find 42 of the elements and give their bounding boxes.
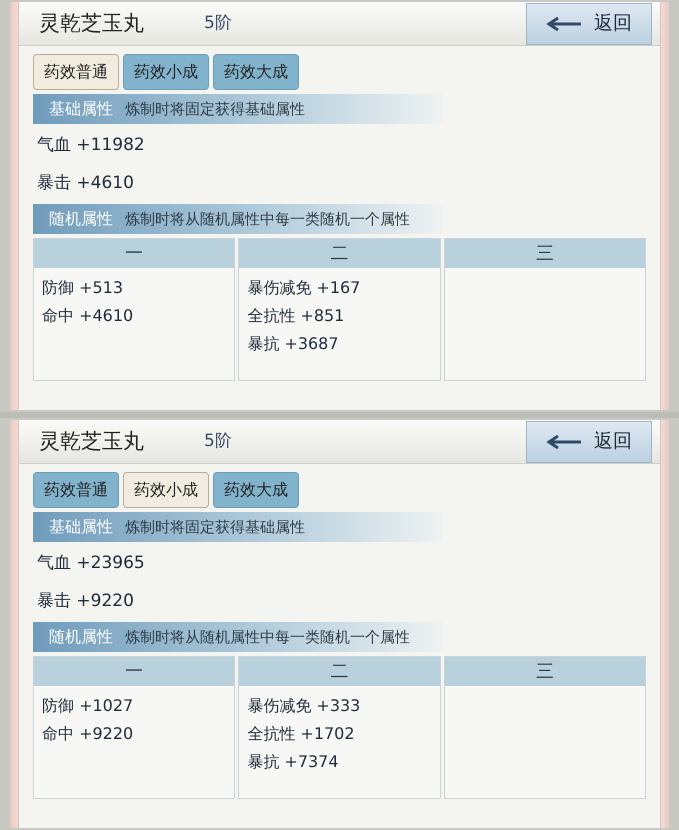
section-label: 随机属性 <box>49 626 113 648</box>
tab[interactable]: 药效普通 <box>33 472 119 508</box>
section-label: 基础属性 <box>49 98 113 120</box>
column-header: 二 <box>239 239 440 268</box>
tab[interactable]: 药效小成 <box>123 472 209 508</box>
random-stat: 暴伤减免 +333 <box>247 695 362 717</box>
base-stat: 气血 +11982 <box>37 134 146 156</box>
random-stat: 防御 +513 <box>42 277 124 299</box>
random-stat: 暴伤减免 +167 <box>247 277 362 299</box>
section-description: 炼制时将从随机属性中每一类随机一个属性 <box>125 208 410 230</box>
back-arrow-icon <box>546 434 582 450</box>
column-header: 二 <box>239 657 440 686</box>
base-stat: 暴击 +9220 <box>37 590 135 612</box>
back-button[interactable]: 返回 <box>526 2 652 44</box>
tier-label: 5阶 <box>204 430 232 453</box>
section-description: 炼制时将固定获得基础属性 <box>125 98 305 120</box>
tier-label: 5阶 <box>204 12 232 35</box>
tab[interactable]: 药效大成 <box>213 472 299 508</box>
section-label: 基础属性 <box>49 516 113 538</box>
random-stat: 命中 +4610 <box>42 305 134 327</box>
base-stat: 气血 +23965 <box>37 552 146 574</box>
random-stat: 全抗性 +851 <box>247 305 346 327</box>
back-arrow-icon <box>546 16 582 32</box>
tab[interactable]: 药效大成 <box>213 54 299 90</box>
random-stat: 防御 +1027 <box>42 695 134 717</box>
section-description: 炼制时将从随机属性中每一类随机一个属性 <box>125 626 410 648</box>
section-description: 炼制时将固定获得基础属性 <box>125 516 305 538</box>
random-stat: 暴抗 +3687 <box>247 333 340 355</box>
random-stat: 命中 +9220 <box>42 723 134 745</box>
column-header: 一 <box>34 239 234 268</box>
column-header: 一 <box>34 657 234 686</box>
base-stat: 暴击 +4610 <box>37 172 135 194</box>
item-title: 灵乾芝玉丸 <box>39 428 144 455</box>
random-stat: 全抗性 +1702 <box>247 723 356 745</box>
column-header: 三 <box>444 657 645 686</box>
item-title: 灵乾芝玉丸 <box>39 10 144 37</box>
column-header: 三 <box>444 239 645 268</box>
tab[interactable]: 药效普通 <box>33 54 119 90</box>
tab[interactable]: 药效小成 <box>123 54 209 90</box>
back-button[interactable]: 返回 <box>526 420 652 462</box>
random-stat: 暴抗 +7374 <box>247 751 340 773</box>
section-label: 随机属性 <box>49 208 113 230</box>
